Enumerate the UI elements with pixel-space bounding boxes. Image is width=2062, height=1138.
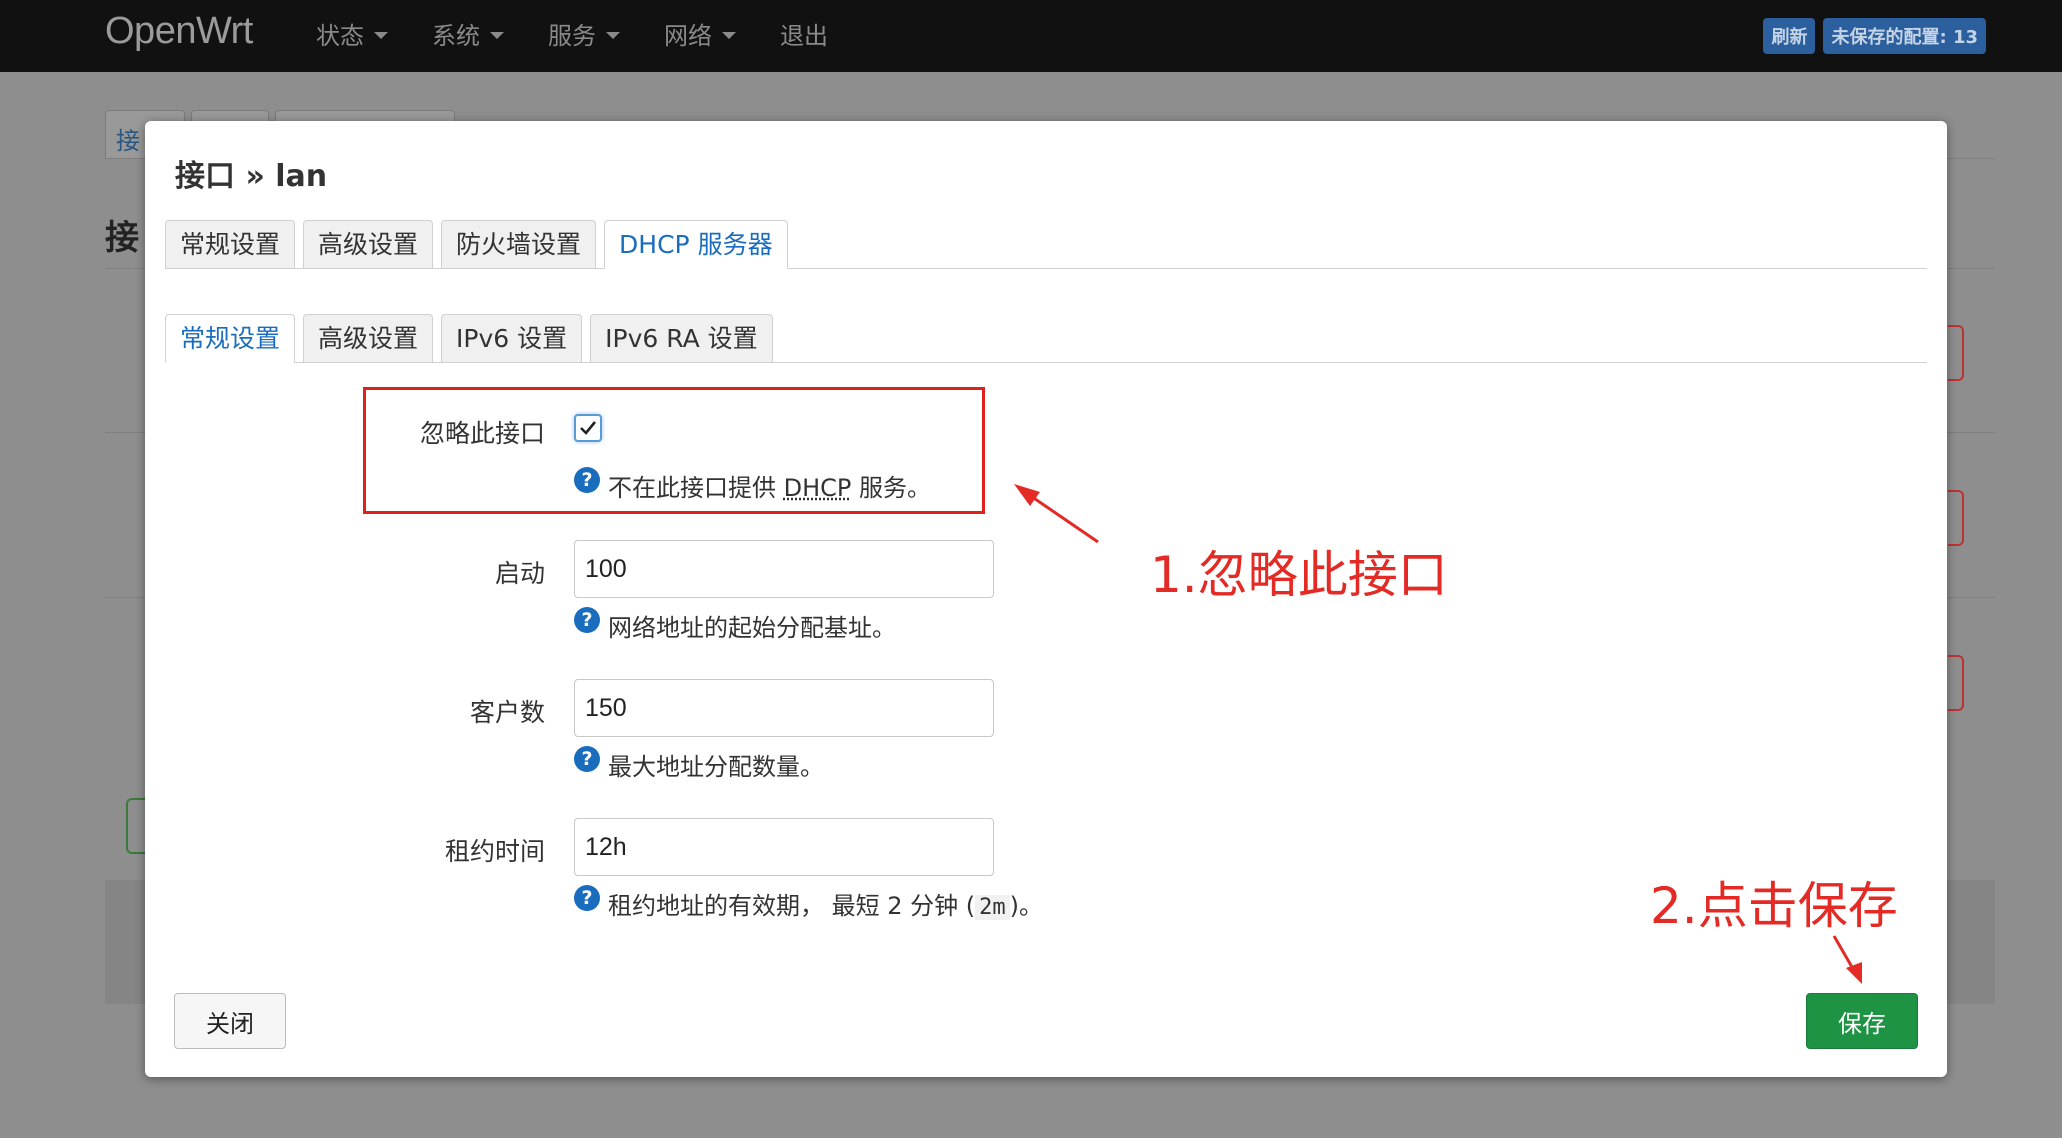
annotation-step2: 2.点击保存 — [1650, 877, 1898, 935]
tab-general-settings[interactable]: 常规设置 — [165, 220, 296, 268]
subtab-advanced-settings[interactable]: 高级设置 — [303, 314, 434, 362]
tab-dhcp-server[interactable]: DHCP 服务器 — [604, 220, 788, 269]
background-page-title: 接 — [105, 218, 139, 258]
dhcp-sub-tab-bar: 常规设置 高级设置 IPv6 设置 IPv6 RA 设置 — [165, 314, 1927, 363]
highlight-box — [363, 387, 985, 514]
menu-services[interactable]: 服务 — [548, 16, 640, 51]
help-text-suffix: )。 — [1009, 892, 1044, 920]
help-icon: ? — [574, 606, 600, 633]
menu-logout[interactable]: 退出 — [780, 16, 848, 51]
main-menu: 状态 系统 服务 网络 退出 — [316, 16, 872, 51]
client-limit-input[interactable] — [574, 679, 994, 737]
main-tab-bar: 常规设置 高级设置 防火墙设置 DHCP 服务器 — [165, 220, 1927, 269]
save-button[interactable]: 保存 — [1806, 993, 1918, 1049]
annotation-step1: 1.忽略此接口 — [1150, 546, 1448, 604]
lease-time-label: 租约时间 — [444, 837, 545, 866]
top-navbar: OpenWrt 状态 系统 服务 网络 退出 刷新 未保存的配置: 13 — [0, 0, 2062, 72]
tab-advanced-settings[interactable]: 高级设置 — [303, 220, 434, 268]
chevron-down-icon — [606, 32, 620, 39]
help-text-prefix: 租约地址的有效期， 最短 2 分钟 ( — [608, 892, 976, 920]
close-button[interactable]: 关闭 — [174, 993, 286, 1049]
menu-label: 退出 — [780, 22, 828, 50]
modal-title: 接口 » lan — [175, 159, 328, 194]
chevron-down-icon — [490, 32, 504, 39]
subtab-ipv6-ra-settings[interactable]: IPv6 RA 设置 — [590, 314, 773, 362]
lease-time-input[interactable] — [574, 818, 994, 876]
help-icon: ? — [574, 884, 600, 911]
background-button-edge — [1948, 490, 1964, 546]
subtab-general-settings[interactable]: 常规设置 — [165, 314, 296, 363]
chevron-down-icon — [722, 32, 736, 39]
nav-badges: 刷新 未保存的配置: 13 — [1763, 18, 1986, 54]
code-snippet: 2m — [975, 895, 1010, 920]
start-help: ? 网络地址的起始分配基址。 — [574, 606, 896, 643]
subtab-ipv6-settings[interactable]: IPv6 设置 — [441, 314, 583, 362]
client-limit-help: ? 最大地址分配数量。 — [574, 745, 824, 782]
unsaved-changes-badge[interactable]: 未保存的配置: 13 — [1823, 18, 1986, 54]
menu-status[interactable]: 状态 — [316, 16, 408, 51]
chevron-down-icon — [374, 32, 388, 39]
help-icon: ? — [574, 745, 600, 772]
menu-system[interactable]: 系统 — [432, 16, 524, 51]
refresh-badge[interactable]: 刷新 — [1763, 18, 1816, 54]
help-text: 网络地址的起始分配基址。 — [608, 614, 896, 642]
menu-label: 系统 — [432, 22, 480, 50]
lease-time-help: ? 租约地址的有效期， 最短 2 分钟 (2m)。 — [574, 884, 1043, 921]
menu-label: 服务 — [548, 22, 596, 50]
background-button-edge — [1948, 655, 1964, 711]
background-button-edge — [1948, 325, 1964, 381]
tab-firewall-settings[interactable]: 防火墙设置 — [441, 220, 597, 268]
menu-network[interactable]: 网络 — [664, 16, 756, 51]
help-text: 租约地址的有效期， 最短 2 分钟 (2m)。 — [608, 886, 1043, 921]
brand-logo[interactable]: OpenWrt — [105, 10, 253, 53]
menu-label: 状态 — [316, 22, 364, 50]
client-limit-label: 客户数 — [469, 698, 545, 727]
start-label: 启动 — [494, 559, 545, 588]
start-input[interactable] — [574, 540, 994, 598]
help-text: 最大地址分配数量。 — [608, 753, 824, 781]
menu-label: 网络 — [664, 22, 712, 50]
